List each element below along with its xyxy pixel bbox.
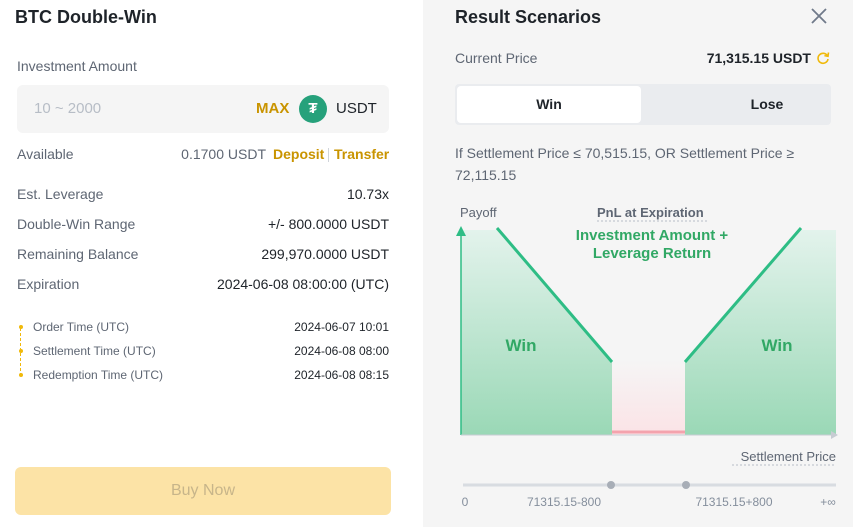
current-price-value: 71,315.15 USDT [706,50,811,66]
investment-amount-input[interactable]: 10 ~ 2000 MAX ₮ USDT [17,85,389,133]
settlement-time-value: 2024-06-08 08:00 [294,344,389,358]
win-area-left [461,230,612,435]
refresh-icon[interactable] [816,51,830,65]
redemption-time-label: Redemption Time (UTC) [33,368,164,382]
detail-label: Expiration [17,276,80,292]
detail-value: +/- 800.0000 USDT [267,216,389,232]
win-label-left: Win [505,336,536,355]
available-label: Available [17,146,74,162]
x-tick-label: +∞ [820,495,836,509]
payoff-axis-label: Payoff [460,205,497,220]
transfer-link[interactable]: Transfer [334,146,389,162]
available-value: 0.1700 USDT [181,146,266,162]
x-tick-label: 71315.15-800 [527,495,601,509]
timeline-dot [19,373,23,377]
close-icon[interactable] [808,5,830,27]
pnl-label: PnL at Expiration [597,205,704,220]
range-marker-high [682,481,690,489]
tab-lose[interactable]: Lose [675,86,853,123]
investment-amount-label: Investment Amount [17,58,137,74]
order-panel: BTC Double-Win Investment Amount 10 ~ 20… [0,0,423,527]
payoff-chart: Payoff PnL at Expiration Investment Amou… [456,205,838,509]
x-tick-label: 71315.15+800 [695,495,772,509]
scenarios-title: Result Scenarios [455,7,602,27]
max-button[interactable]: MAX [256,100,289,117]
order-time-value: 2024-06-07 10:01 [294,320,389,334]
detail-label: Est. Leverage [17,186,104,202]
tether-icon: ₮ [299,95,327,123]
detail-value: 2024-06-08 08:00:00 (UTC) [217,276,389,292]
timeline-dot [19,325,23,329]
payoff-annotation-line2: Leverage Return [593,245,711,262]
result-scenarios-panel: Result Scenarios Current Price 71,315.15… [423,0,853,527]
lose-area [612,360,685,435]
redemption-time-value: 2024-06-08 08:15 [294,368,389,382]
tab-win[interactable]: Win [457,86,641,123]
scenario-tabs: Win Lose [455,84,831,125]
deposit-link[interactable]: Deposit [273,146,324,162]
detail-label: Remaining Balance [17,246,139,262]
product-title: BTC Double-Win [15,7,157,27]
settlement-time-label: Settlement Time (UTC) [33,344,156,358]
detail-value: 299,970.0000 USDT [261,246,389,262]
detail-label: Double-Win Range [17,216,136,232]
payoff-annotation-line1: Investment Amount + [576,227,729,244]
amount-placeholder[interactable]: 10 ~ 2000 [34,100,101,117]
currency-label: USDT [336,100,377,117]
x-tick-label: 0 [462,495,469,509]
detail-value: 10.73x [346,186,389,202]
settlement-price-label: Settlement Price [741,449,836,464]
settlement-condition: If Settlement Price ≤ 70,515.15, OR Sett… [455,145,795,183]
timeline-dot [19,349,23,353]
win-label-right: Win [761,336,792,355]
order-time-label: Order Time (UTC) [33,320,129,334]
buy-now-button[interactable]: Buy Now [15,467,391,515]
current-price-label: Current Price [455,50,538,66]
range-marker-low [607,481,615,489]
link-divider [328,148,329,162]
